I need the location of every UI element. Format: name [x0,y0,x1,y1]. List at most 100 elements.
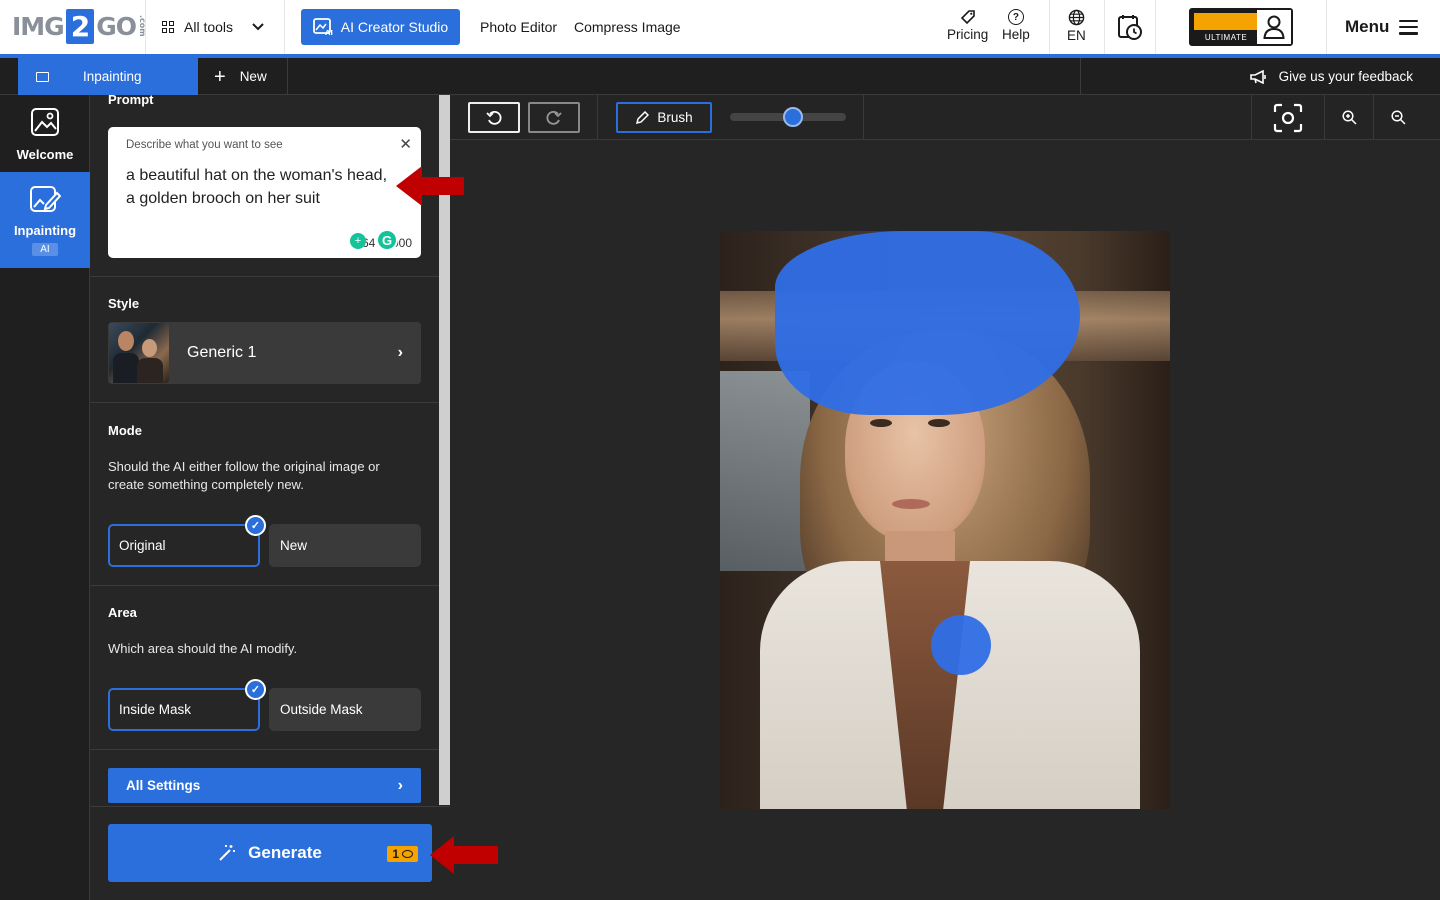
history-clock-icon[interactable] [1117,13,1143,41]
all-tools-dropdown[interactable]: All tools [162,14,265,40]
subject-eye [928,419,950,427]
tab-new[interactable]: + New [198,58,288,95]
language-label: EN [1067,28,1086,43]
zoom-in-button[interactable] [1325,95,1373,140]
megaphone-icon [1249,69,1266,84]
prompt-placeholder: Describe what you want to see [126,139,283,151]
photo-editor-link[interactable]: Photo Editor [480,19,557,35]
style-selector[interactable]: Generic 1 › [108,322,421,384]
menu-button[interactable]: Menu [1345,17,1419,37]
account-plan-badge[interactable]: ULTIMATE [1189,8,1293,46]
area-option-outside-mask[interactable]: Outside Mask [269,688,421,731]
chevron-right-icon: › [397,344,403,361]
tag-icon [960,10,975,25]
rail-item-welcome[interactable]: Welcome [0,95,90,172]
pencil-icon [636,110,650,124]
subject-eye [870,419,892,427]
close-icon[interactable]: ✕ [399,135,412,153]
divider [1326,0,1327,54]
menu-label: Menu [1345,17,1390,36]
check-icon: ✓ [245,679,266,700]
user-icon [1257,10,1291,44]
style-thumbnail [109,323,169,383]
area-title: Area [108,605,137,620]
image-icon [36,71,49,82]
pricing-link[interactable]: Pricing [947,9,988,42]
svg-text:AI: AI [325,29,333,36]
plus-icon: + [214,65,226,88]
mode-option-label: New [280,538,308,553]
divider [1104,0,1105,54]
wand-icon [219,845,236,861]
background-window [720,371,810,571]
img2go-logo[interactable]: IMG 2 GO .com [12,8,147,44]
toolbar-divider [863,95,864,140]
tab-new-label: New [239,69,267,84]
mode-option-label: Original [119,538,166,553]
generate-button[interactable]: Generate 1 [108,824,432,882]
coin-icon [402,850,413,858]
divider [90,749,439,750]
globe-icon [1068,9,1085,26]
ai-creator-studio-button[interactable]: AI AI Creator Studio [301,9,460,45]
all-settings-label: All Settings [126,778,201,793]
redo-icon [546,110,562,125]
feedback-label: Give us your feedback [1278,69,1413,84]
help-link[interactable]: ? Help [1002,9,1030,42]
plan-bar [1194,13,1258,30]
rail-welcome-label: Welcome [16,147,74,162]
annotation-arrow-prompt [396,166,464,206]
mask-brooch-area[interactable] [931,615,991,675]
divider [90,276,439,277]
mask-hat-area[interactable] [775,231,1080,415]
grid-icon [162,21,174,33]
area-option-inside-mask[interactable]: Inside Mask ✓ [108,679,266,731]
creator-studio-label: AI Creator Studio [340,19,449,35]
style-value: Generic 1 [187,344,257,361]
style-title: Style [108,296,140,311]
divider [1049,0,1050,54]
all-settings-button[interactable]: All Settings › [108,768,421,803]
subject-lips [892,499,930,509]
plan-label: ULTIMATE [1204,33,1248,42]
undo-button[interactable] [468,102,520,133]
image-icon [31,108,59,136]
rail-item-inpainting[interactable]: Inpainting AI [0,172,90,268]
language-selector[interactable]: EN [1067,9,1086,43]
top-nav: IMG 2 GO .com All tools AI AI Creator Studi… [0,0,1440,54]
divider [145,0,146,54]
zoom-out-button[interactable] [1374,95,1422,140]
credit-cost: 1 [392,847,399,861]
divider [90,585,439,586]
grammarly-icon[interactable]: G [376,229,398,251]
zoom-in-icon [1341,110,1357,125]
logo-two: 2 [65,8,95,44]
feedback-button[interactable]: Give us your feedback [1080,58,1440,95]
check-icon: ✓ [245,515,266,536]
fit-view-button[interactable] [1252,95,1324,140]
pricing-label: Pricing [947,27,989,42]
mode-option-original[interactable]: Original ✓ [108,515,266,567]
tool-rail: Welcome Inpainting AI [0,95,90,900]
brush-button[interactable]: Brush [616,102,712,133]
ai-badge: AI [32,243,58,256]
brush-label: Brush [657,110,693,125]
menu-icon [1399,19,1419,35]
brush-size-slider-thumb[interactable] [782,107,803,127]
area-option-label: Outside Mask [280,702,363,717]
divider [1155,0,1156,54]
divider [90,402,439,403]
zoom-out-icon [1390,110,1406,125]
area-description: Which area should the AI modify. [108,641,298,656]
divider [284,0,285,54]
prompt-input[interactable]: Describe what you want to see ✕ a beauti… [108,127,421,258]
grammarly-plus-icon[interactable]: + [350,233,366,249]
area-option-label: Inside Mask [119,702,192,717]
tab-inpainting-label: Inpainting [83,69,142,84]
redo-button[interactable] [528,102,580,133]
compress-image-link[interactable]: Compress Image [574,19,681,35]
mode-option-new[interactable]: New [269,524,421,567]
tab-bar: Inpainting + New Give us your feedback [0,58,1440,95]
tab-inpainting[interactable]: Inpainting [18,58,198,95]
prompt-text[interactable]: a beautiful hat on the woman's head, a g… [126,164,396,210]
